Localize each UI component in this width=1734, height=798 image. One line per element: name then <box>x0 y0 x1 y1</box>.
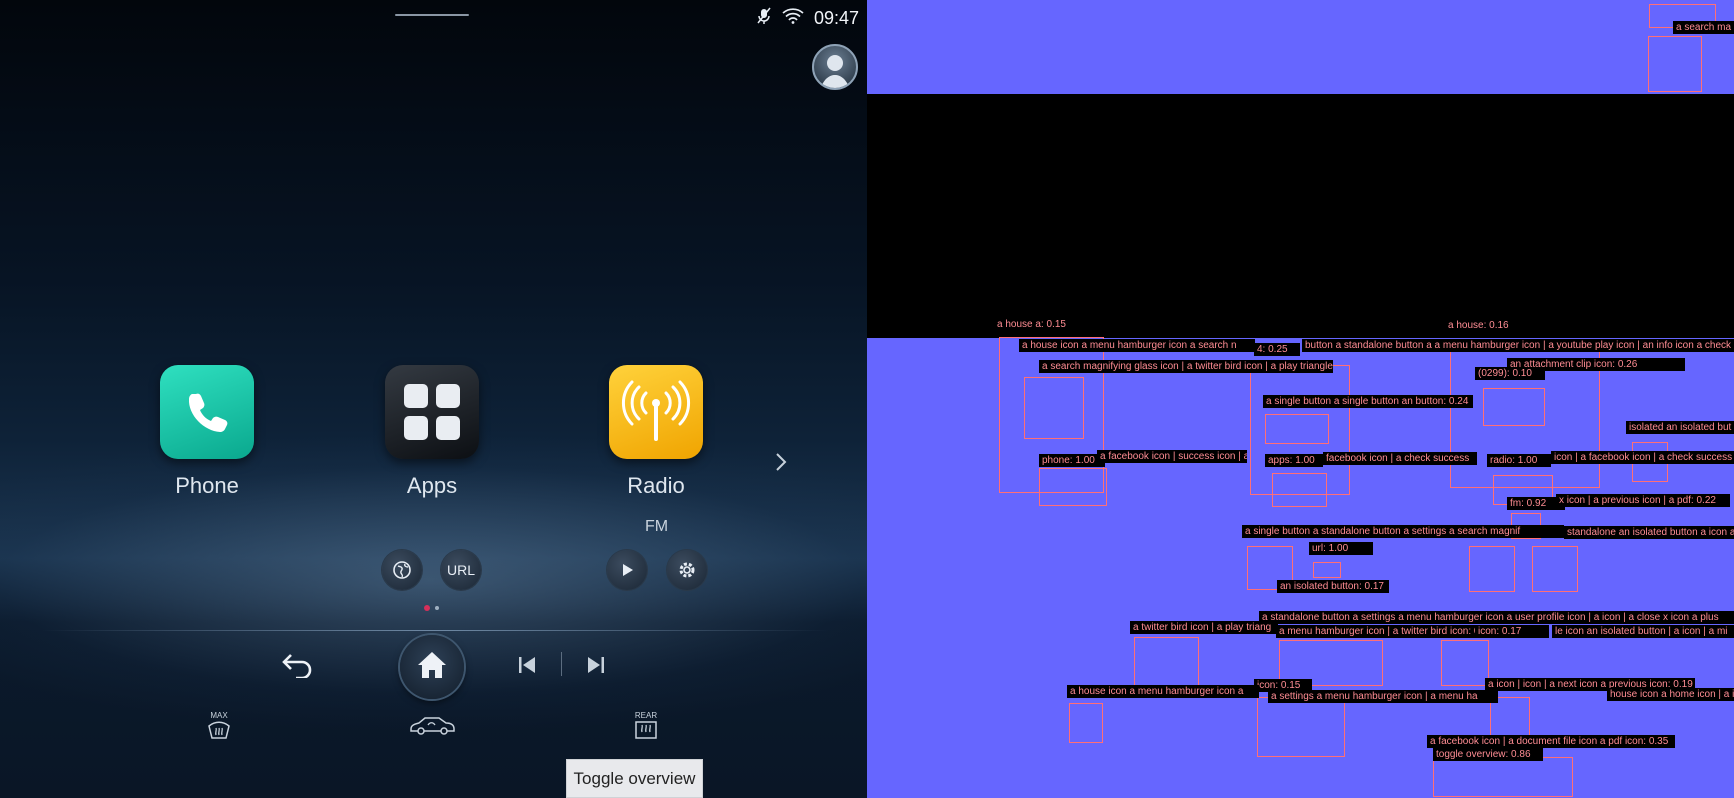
play-icon[interactable] <box>607 550 647 590</box>
app-label-apps: Apps <box>406 473 458 498</box>
grid-four-squares-icon[interactable] <box>385 365 479 459</box>
detection-box <box>1483 388 1545 426</box>
detection-box <box>1441 640 1489 686</box>
radio-antenna-icon[interactable] <box>609 365 703 459</box>
skip-previous-icon[interactable] <box>515 653 539 677</box>
radio-band-label: FM <box>645 518 669 535</box>
detection-box <box>1039 468 1107 506</box>
detection-box <box>1265 414 1329 444</box>
phone-handset-icon[interactable] <box>160 365 254 459</box>
detection-label: a single button a single button an butto… <box>1263 395 1473 408</box>
front-defrost-icon <box>208 721 230 739</box>
detection-label: a house icon a menu hamburger icon a sea… <box>1019 339 1255 352</box>
detection-box <box>1469 546 1515 592</box>
detection-label: a house icon a menu hamburger icon a <box>1067 685 1259 698</box>
detection-overlay-panel: a house a: 0.15 a house icon a menu hamb… <box>867 0 1734 798</box>
detection-label: a twitter bird icon | a play triang <box>1130 621 1278 634</box>
back-arrow-icon[interactable] <box>280 650 316 680</box>
car-airflow-icon[interactable] <box>407 714 457 736</box>
detection-label: button a standalone button a a menu hamb… <box>1302 339 1734 352</box>
user-avatar-icon[interactable] <box>812 44 858 90</box>
clock: 09:47 <box>813 7 859 28</box>
status-bar: 09:47 <box>756 6 859 30</box>
detection-label: icon: 0.17 <box>1475 625 1549 638</box>
detection-label: a settings a menu hamburger icon | a men… <box>1268 690 1498 703</box>
url-button[interactable]: URL <box>441 550 481 590</box>
detection-label: toggle overview: 0.86 <box>1433 748 1543 761</box>
detection-label: a facebook icon | success icon | a <box>1097 450 1247 463</box>
detection-label: radio: 1.00 <box>1487 454 1551 467</box>
front-defrost-label: MAX <box>210 710 228 720</box>
detection-label: a single button a standalone button a se… <box>1242 525 1564 538</box>
detection-box <box>1134 637 1199 687</box>
divider <box>40 630 830 631</box>
globe-icon[interactable] <box>382 550 422 590</box>
detection-label: standalone an isolated button a icon a s <box>1564 526 1734 539</box>
detection-label: house icon a home icon | a ic <box>1607 688 1734 701</box>
detection-box <box>1069 703 1103 743</box>
gear-icon[interactable] <box>667 550 707 590</box>
detection-label: a standalone button a settings a menu ha… <box>1259 611 1734 624</box>
detection-label: isolated an isolated but <box>1626 421 1734 434</box>
skip-next-icon[interactable] <box>584 653 608 677</box>
detection-label: a house a: 0.15 <box>994 318 1108 331</box>
rear-defrost-button[interactable]: REAR <box>630 708 662 742</box>
app-phone[interactable]: Phone <box>159 365 255 499</box>
detection-box <box>1532 546 1578 592</box>
page-dot <box>435 606 439 610</box>
detection-label: apps: 1.00 <box>1265 454 1323 467</box>
detection-box <box>1648 36 1702 92</box>
detection-label: x icon | a previous icon | a pdf: 0.22 <box>1556 494 1730 507</box>
url-label: URL <box>446 562 475 578</box>
overlay-region-top <box>867 0 1734 94</box>
page-indicator <box>424 605 439 611</box>
app-apps[interactable]: Apps <box>384 365 480 499</box>
front-defrost-button[interactable]: MAX <box>204 708 234 742</box>
infotainment-screen: 09:47 Phone Apps Radio FM URL MAX REAR T… <box>0 0 867 798</box>
detection-label: a menu hamburger icon | a twitter bird i… <box>1276 625 1480 638</box>
detection-label: le icon an isolated button | a icon | a … <box>1552 625 1734 638</box>
detection-label: (0299): 0.10 <box>1475 367 1545 380</box>
detection-box <box>1433 757 1573 797</box>
detection-box <box>1024 377 1084 439</box>
detection-box <box>1272 473 1327 507</box>
detection-label: url: 1.00 <box>1309 542 1373 555</box>
home-button[interactable] <box>400 635 464 699</box>
page-dot-active <box>424 605 430 611</box>
detection-label: a search magnifying glass icon | a twitt… <box>1039 360 1333 373</box>
app-label-phone: Phone <box>175 473 239 498</box>
toggle-overview-tooltip: Toggle overview <box>566 759 703 798</box>
detection-box <box>1257 697 1345 757</box>
rear-defrost-label: REAR <box>634 710 658 720</box>
detection-label: a house: 0.16 <box>1445 319 1541 332</box>
detection-box <box>1490 697 1530 737</box>
chevron-right-icon[interactable] <box>773 450 789 474</box>
detection-label: a facebook icon | a document file icon a… <box>1427 735 1675 748</box>
rear-defrost-icon <box>635 720 657 739</box>
wifi-icon <box>782 7 804 29</box>
app-radio[interactable]: Radio <box>608 365 704 499</box>
mute-mic-icon <box>756 7 772 30</box>
media-controls-separator <box>561 652 562 676</box>
detection-label: 4: 0.25 <box>1254 343 1300 356</box>
app-label-radio: Radio <box>627 473 685 498</box>
detection-label: icon | a facebook icon | a check success <box>1551 451 1734 464</box>
pull-down-handle[interactable] <box>395 14 469 16</box>
detection-label: facebook icon | a check success <box>1323 452 1477 465</box>
home-icon <box>416 650 448 685</box>
detection-label: a search ma <box>1673 21 1734 34</box>
detection-box <box>1313 562 1341 578</box>
detection-label: an isolated button: 0.17 <box>1277 580 1389 593</box>
detection-label: phone: 1.00 <box>1039 454 1105 467</box>
